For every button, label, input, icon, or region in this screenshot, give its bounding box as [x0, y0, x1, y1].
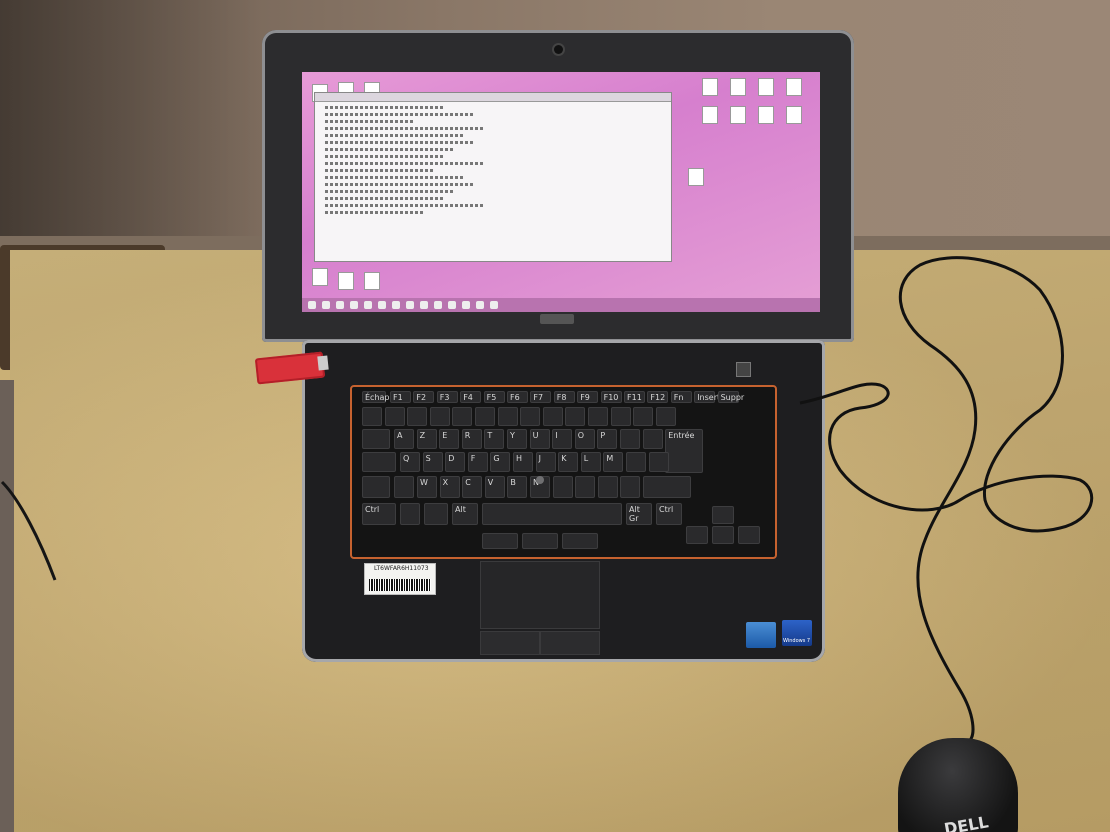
left-cable [0, 480, 57, 581]
cable-layer [0, 256, 1094, 742]
photo: Échap F1 F2 F3 F4 F5 F6 F7 F8 F9 F10 F11 F12 Fn Insert… [0, 0, 1110, 832]
mouse-cable [799, 256, 1094, 742]
